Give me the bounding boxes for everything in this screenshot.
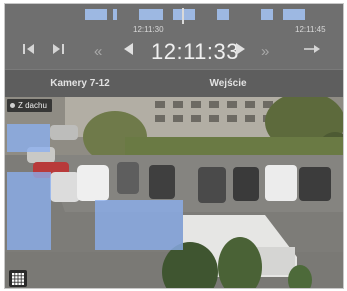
timeline-time-left: 12:11:30: [133, 25, 164, 34]
playback-controls: « 12:11:33 »: [5, 36, 343, 69]
skip-to-end-icon[interactable]: [51, 42, 65, 62]
motion-zone: [7, 172, 51, 250]
motion-zone: [7, 124, 50, 152]
step-forward-icon[interactable]: [235, 42, 247, 62]
recording-segment: [85, 9, 107, 20]
recording-segment: [113, 9, 117, 20]
rewind-icon[interactable]: «: [94, 42, 102, 62]
skip-to-start-icon[interactable]: [22, 42, 36, 62]
recording-segment: [139, 9, 163, 20]
recording-segment: [261, 9, 273, 20]
fast-forward-icon[interactable]: »: [261, 42, 269, 62]
jump-to-live-icon[interactable]: [303, 42, 321, 62]
camera-group-tabs: Kamery 7-12 Wejście: [5, 69, 343, 98]
camera-name-badge: Z dachu: [7, 99, 52, 112]
camera-name: Z dachu: [18, 101, 47, 110]
tab-camera-entrance[interactable]: Wejście: [173, 70, 283, 98]
recording-segment: [283, 9, 305, 20]
camera-view[interactable]: Z dachu: [5, 97, 343, 288]
timeline-time-right: 12:11:45: [295, 25, 326, 34]
step-back-icon[interactable]: [122, 42, 134, 62]
playhead-marker[interactable]: [182, 8, 184, 24]
player-window: 12:11:30 12:11:45 « 12:11:33 » Kamery 7-…: [4, 3, 344, 289]
grid-icon: [12, 272, 24, 285]
recording-segment: [173, 9, 195, 20]
status-dot-icon: [10, 103, 15, 108]
recording-segment: [217, 9, 229, 20]
tab-camera-group[interactable]: Kamery 7-12: [25, 70, 135, 98]
grid-layout-button[interactable]: [9, 270, 27, 287]
timeline[interactable]: 12:11:30 12:11:45: [5, 4, 343, 36]
motion-zone: [95, 200, 183, 250]
current-time: 12:11:33: [151, 39, 240, 64]
camera-image: [5, 97, 343, 288]
